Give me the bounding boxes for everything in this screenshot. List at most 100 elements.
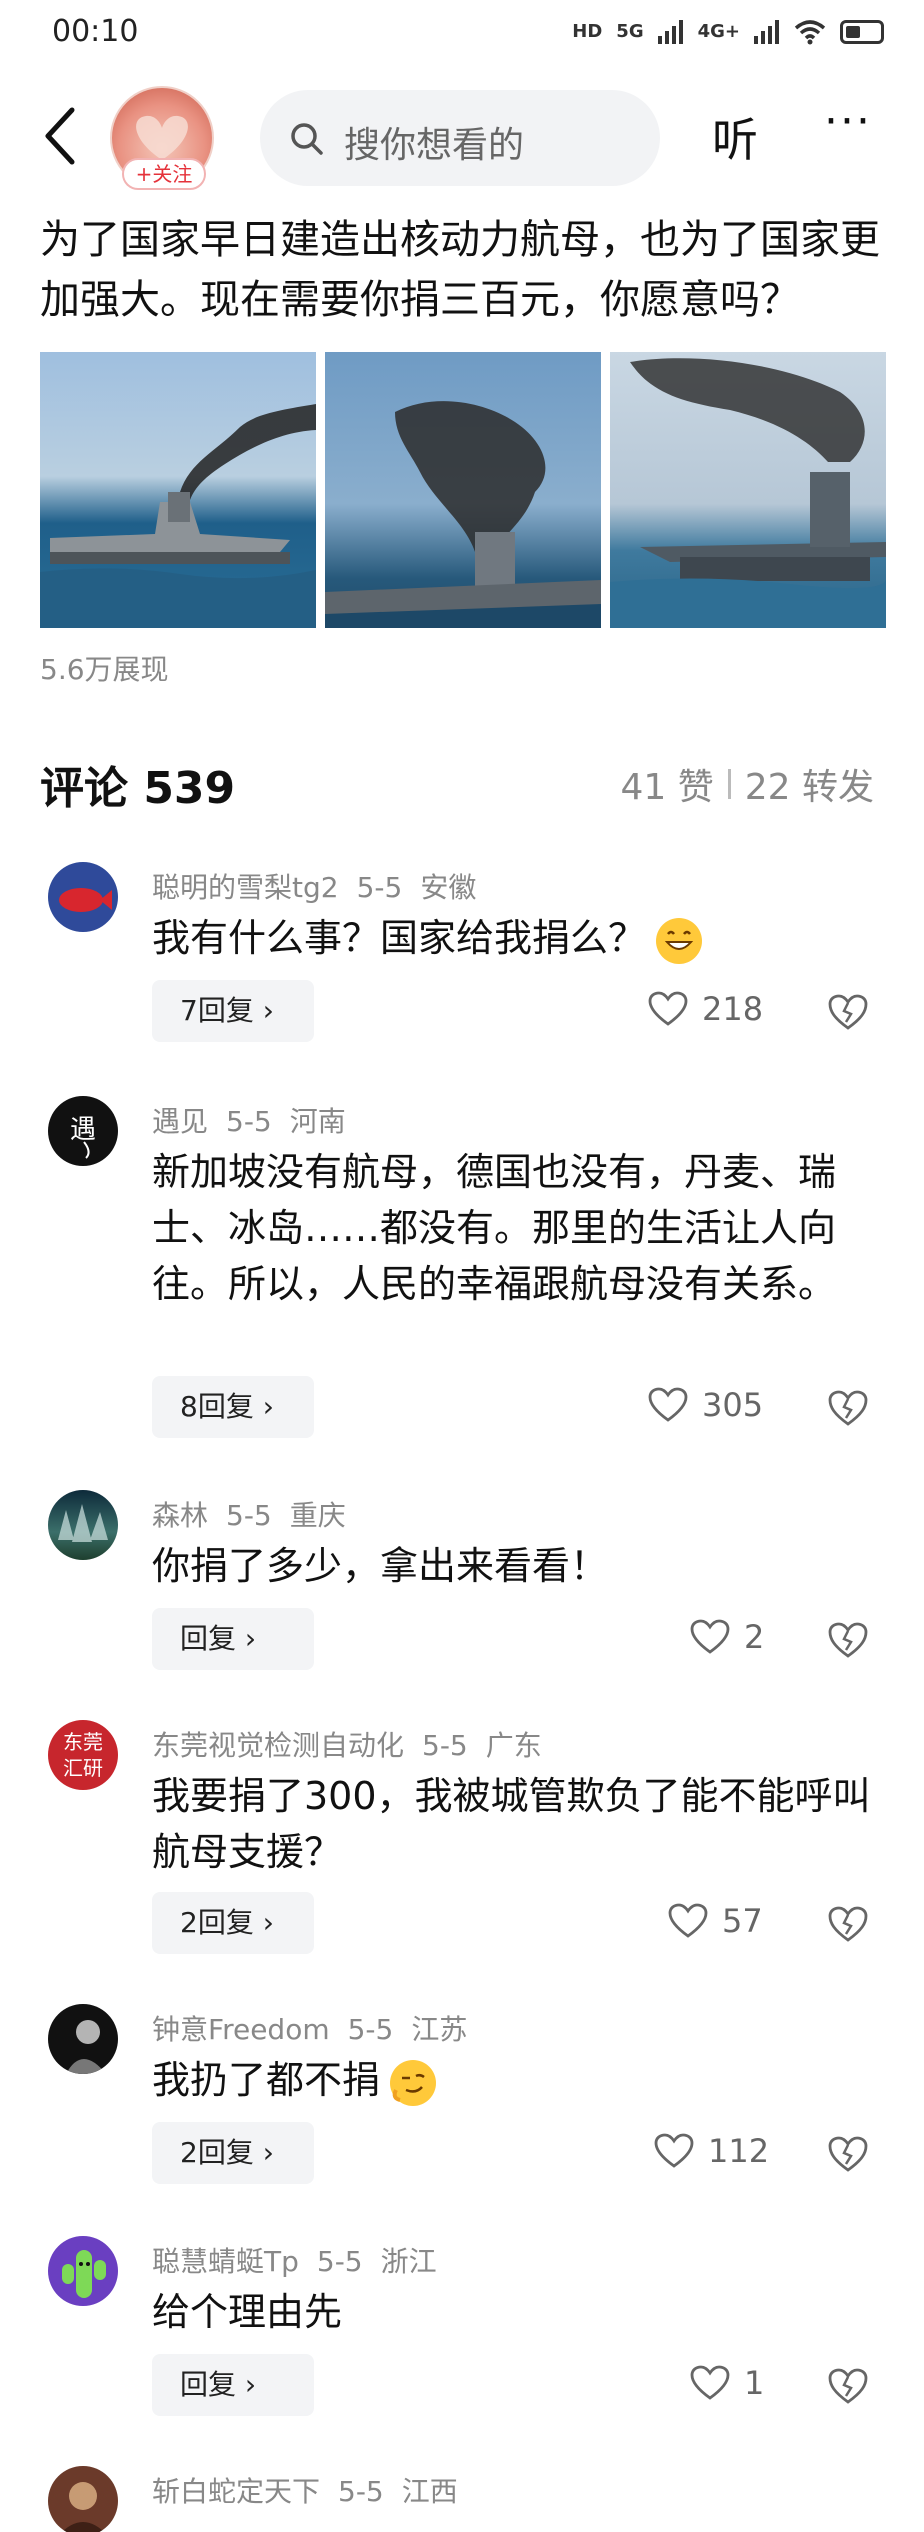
like-button[interactable]: 112 [654, 2132, 769, 2170]
comment-meta: 钟意Freedom 5-5 江苏 [152, 2008, 485, 2048]
broken-heart-icon[interactable] [826, 1618, 870, 1662]
5g-signal-icon: 5G [616, 21, 644, 42]
comment-meta: 聪明的雪梨tg2 5-5 安徽 [152, 866, 494, 906]
battery-icon [840, 20, 884, 44]
person-avatar-icon [66, 2020, 106, 2074]
comment-username[interactable]: 聪慧蜻蜓Tp [152, 2245, 299, 2278]
commenter-avatar[interactable]: 遇 [48, 1096, 118, 1166]
comment-username[interactable]: 斩白蛇定天下 [152, 2475, 320, 2508]
commenter-avatar[interactable] [48, 1490, 118, 1560]
post-photo-3[interactable] [610, 352, 886, 628]
reply-button[interactable]: 7回复 › [152, 980, 314, 1042]
reply-button[interactable]: 回复 › [152, 1608, 314, 1670]
comment-date: 5-5 [422, 1729, 468, 1762]
post-photo-1[interactable] [40, 352, 316, 628]
comment-item: 森林 5-5 重庆 你捐了多少，拿出来看看！ 回复 › 2 [0, 1490, 924, 1670]
like-count: 218 [702, 990, 764, 1028]
more-options-button[interactable]: ··· [824, 96, 872, 147]
comment-date: 5-5 [338, 2475, 384, 2508]
comment-item: 遇 遇见 5-5 河南 新加坡没有航母，德国也没有，丹麦、瑞士、冰岛……都没有。那里… [0, 1096, 924, 1446]
like-button[interactable]: 305 [648, 1386, 763, 1424]
grinning-emoji-icon [656, 917, 703, 964]
like-button[interactable]: 2 [690, 1618, 764, 1656]
comment-date: 5-5 [316, 2245, 363, 2278]
search-placeholder: 搜你想看的 [344, 125, 525, 166]
back-arrow-icon[interactable] [40, 106, 84, 166]
like-button[interactable]: 57 [668, 1902, 763, 1940]
comment-location: 广东 [485, 1729, 542, 1762]
like-button[interactable]: 218 [648, 990, 763, 1028]
broken-heart-icon[interactable] [826, 1386, 870, 1430]
smirk-emoji-icon [390, 2059, 437, 2106]
listen-button[interactable]: 听 [712, 104, 758, 170]
comment-username[interactable]: 钟意Freedom [152, 2013, 330, 2046]
post-photos [40, 352, 886, 628]
commenter-avatar[interactable] [48, 862, 118, 932]
like-count: 57 [722, 1902, 763, 1940]
comment-date: 5-5 [347, 2013, 394, 2046]
broken-heart-icon[interactable] [826, 1902, 870, 1946]
comment-username[interactable]: 遇见 [152, 1105, 208, 1138]
likes-count[interactable]: 41 赞 [620, 758, 713, 810]
follow-button[interactable]: +关注 [122, 158, 206, 190]
status-bar: 00:10 HD 5G 4G+ [0, 0, 924, 70]
comment-text-content: 我扔了都不捐 [152, 2058, 381, 2102]
commenter-avatar[interactable] [48, 2236, 118, 2306]
comment-item: 聪慧蜻蜓Tp 5-5 浙江 给个理由先 回复 › 1 [0, 2236, 924, 2416]
broken-heart-icon[interactable] [826, 2132, 870, 2176]
svg-text:遇: 遇 [70, 1115, 96, 1145]
search-input[interactable]: 搜你想看的 [260, 90, 660, 186]
red-fish-avatar-icon [59, 888, 112, 912]
comment-text-content: 我有什么事？国家给我捐么？ [152, 916, 647, 960]
comment-meta: 森林 5-5 重庆 [152, 1494, 364, 1534]
comment-location: 安徽 [420, 871, 477, 904]
like-count: 112 [708, 2132, 770, 2170]
view-count: 5.6万展现 [40, 653, 169, 686]
comment-location: 浙江 [380, 2245, 437, 2278]
stats-divider [727, 769, 731, 799]
aircraft-carrier-image-2 [325, 401, 601, 628]
reply-button[interactable]: 回复 › [152, 2354, 314, 2416]
commenter-avatar[interactable] [48, 2004, 118, 2074]
aircraft-carrier-image-1 [40, 404, 316, 628]
comment-text: 我要捐了300，我被城管欺负了能不能呼叫航母支援？ [152, 1774, 871, 1874]
heart-icon [654, 2133, 694, 2168]
post-stats: 41 赞 22 转发 [620, 758, 874, 810]
heart-icon [668, 1903, 708, 1938]
wifi-icon [794, 20, 826, 45]
status-time: 00:10 [52, 14, 139, 49]
broken-heart-icon[interactable] [826, 990, 870, 1034]
like-button[interactable]: 1 [690, 2364, 764, 2402]
reply-button[interactable]: 8回复 › [152, 1376, 314, 1438]
cactus-avatar-icon [62, 2250, 106, 2298]
post-photo-2[interactable] [325, 352, 601, 628]
comment-location: 江苏 [411, 2013, 468, 2046]
heart-icon [690, 2365, 730, 2400]
search-icon [291, 123, 323, 155]
like-count: 305 [702, 1386, 764, 1424]
comment-date: 5-5 [226, 1499, 272, 1532]
comment-username[interactable]: 聪明的雪梨tg2 [152, 871, 339, 904]
comment-text: 新加坡没有航母，德国也没有，丹麦、瑞士、冰岛……都没有。那里的生活让人向往。所以… [152, 1150, 837, 1306]
heart-icon [690, 1619, 730, 1654]
reply-button[interactable]: 2回复 › [152, 1892, 314, 1954]
top-bar: +关注 搜你想看的 听 ··· [0, 80, 924, 200]
broken-heart-icon[interactable] [826, 2364, 870, 2408]
comment-item: 聪明的雪梨tg2 5-5 安徽 我有什么事？国家给我捐么？ 7回复 › 218 [0, 862, 924, 1062]
comment-item: 钟意Freedom 5-5 江苏 我扔了都不捐 2回复 › 112 [0, 2004, 924, 2184]
reply-button[interactable]: 2回复 › [152, 2122, 314, 2184]
commenter-avatar[interactable]: 东莞汇研 [48, 1720, 118, 1790]
4g-signal-icon: 4G+ [697, 21, 740, 42]
heart-icon [648, 1387, 688, 1422]
comment-username[interactable]: 森林 [152, 1499, 208, 1532]
signal-bars-icon-2 [754, 20, 779, 44]
avatar-text: 东莞汇研 [63, 1730, 103, 1780]
shares-count[interactable]: 22 转发 [745, 758, 874, 810]
comment-date: 5-5 [226, 1105, 272, 1138]
commenter-avatar[interactable] [48, 2466, 118, 2532]
author-avatar[interactable]: +关注 [110, 86, 220, 190]
hd-icon: HD [572, 21, 603, 42]
comment-date: 5-5 [356, 871, 403, 904]
comment-username[interactable]: 东莞视觉检测自动化 [152, 1729, 404, 1762]
comment-item: 斩白蛇定天下 5-5 江西 [0, 2466, 924, 2532]
